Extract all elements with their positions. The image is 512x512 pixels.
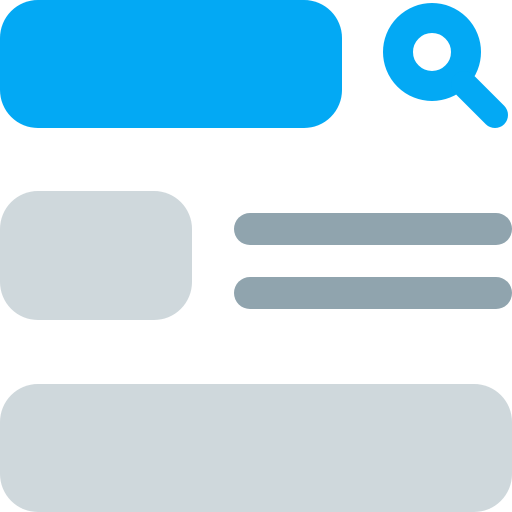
search-input[interactable] <box>0 0 342 128</box>
text-line-placeholder <box>234 213 512 245</box>
search-icon <box>383 3 508 128</box>
search-button[interactable] <box>380 0 512 132</box>
text-line-placeholder <box>234 277 512 309</box>
thumbnail-placeholder <box>0 191 192 320</box>
content-block-placeholder <box>0 384 512 512</box>
search-results-wireframe <box>0 0 512 512</box>
